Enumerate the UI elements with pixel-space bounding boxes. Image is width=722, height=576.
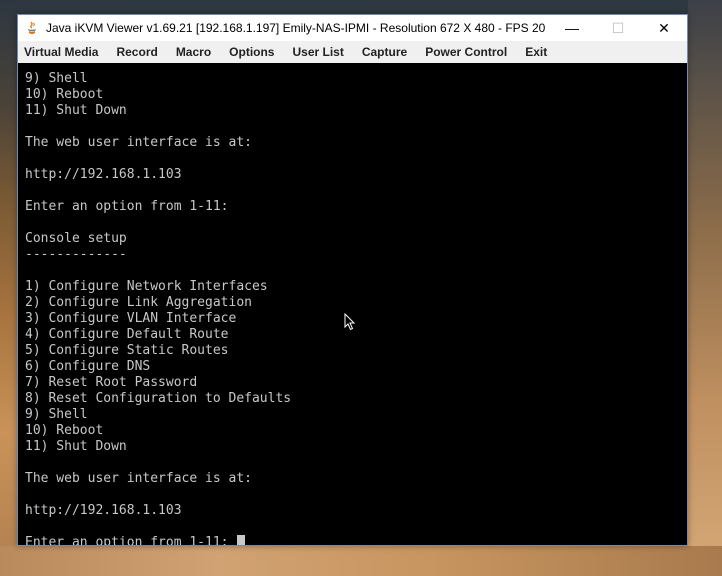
console-line: 6) Configure DNS (25, 359, 151, 374)
console-line: The web user interface is at: (25, 471, 252, 486)
menu-macro[interactable]: Macro (167, 45, 220, 59)
console-line: 8) Reset Configuration to Defaults (25, 391, 292, 406)
console-line: 3) Configure VLAN Interface (25, 311, 237, 326)
menu-virtual-media[interactable]: Virtual Media (18, 45, 107, 59)
desktop-background-right (688, 0, 722, 576)
console-line: 11) Shut Down (25, 103, 127, 118)
close-icon: ✕ (658, 19, 670, 36)
desktop-background-bottom (0, 546, 722, 576)
title-bar[interactable]: Java iKVM Viewer v1.69.21 [192.168.1.197… (18, 15, 687, 41)
menu-exit[interactable]: Exit (516, 45, 556, 59)
window-title: Java iKVM Viewer v1.69.21 [192.168.1.197… (46, 21, 546, 35)
mouse-cursor-icon (344, 313, 356, 331)
console-line: 10) Reboot (25, 423, 104, 438)
minimize-icon: — (565, 20, 579, 36)
menu-bar: Virtual Media Record Macro Options User … (18, 41, 687, 64)
console-line: 11) Shut Down (25, 439, 127, 454)
console-line: 4) Configure Default Route (25, 327, 229, 342)
console-line: Enter an option from 1-11: (25, 199, 229, 214)
menu-power-control[interactable]: Power Control (416, 45, 516, 59)
console-prompt-line: Enter an option from 1-11: (25, 535, 291, 545)
console-prompt: Enter an option from 1-11: (25, 535, 237, 545)
console-line: The web user interface is at: (25, 135, 252, 150)
menu-options[interactable]: Options (220, 45, 283, 59)
close-button[interactable]: ✕ (641, 15, 687, 41)
console-line: 10) Reboot (25, 87, 104, 102)
kvm-console-screen[interactable]: 9) Shell 10) Reboot 11) Shut Down The web u… (18, 63, 687, 545)
console-line: 1) Configure Network Interfaces (25, 279, 268, 294)
maximize-button[interactable]: ☐ (595, 15, 641, 41)
java-app-icon[interactable] (24, 20, 40, 36)
console-output: 9) Shell 10) Reboot 11) Shut Down The web u… (25, 71, 291, 545)
text-cursor-icon (237, 535, 246, 545)
console-line: http://192.168.1.103 (25, 503, 182, 518)
console-line: 5) Configure Static Routes (25, 343, 229, 358)
console-line: 7) Reset Root Password (25, 375, 198, 390)
maximize-icon: ☐ (611, 19, 625, 36)
console-line: http://192.168.1.103 (25, 167, 182, 182)
console-line: Console setup (25, 231, 127, 246)
menu-capture[interactable]: Capture (353, 45, 416, 59)
console-line: ------------- (25, 247, 127, 262)
console-line: 9) Shell (25, 71, 88, 86)
menu-user-list[interactable]: User List (283, 45, 352, 59)
console-line: 9) Shell (25, 407, 88, 422)
menu-record[interactable]: Record (107, 45, 166, 59)
console-line: 2) Configure Link Aggregation (25, 295, 252, 310)
ikvm-viewer-window: Java iKVM Viewer v1.69.21 [192.168.1.197… (17, 14, 688, 546)
minimize-button[interactable]: — (549, 15, 595, 41)
